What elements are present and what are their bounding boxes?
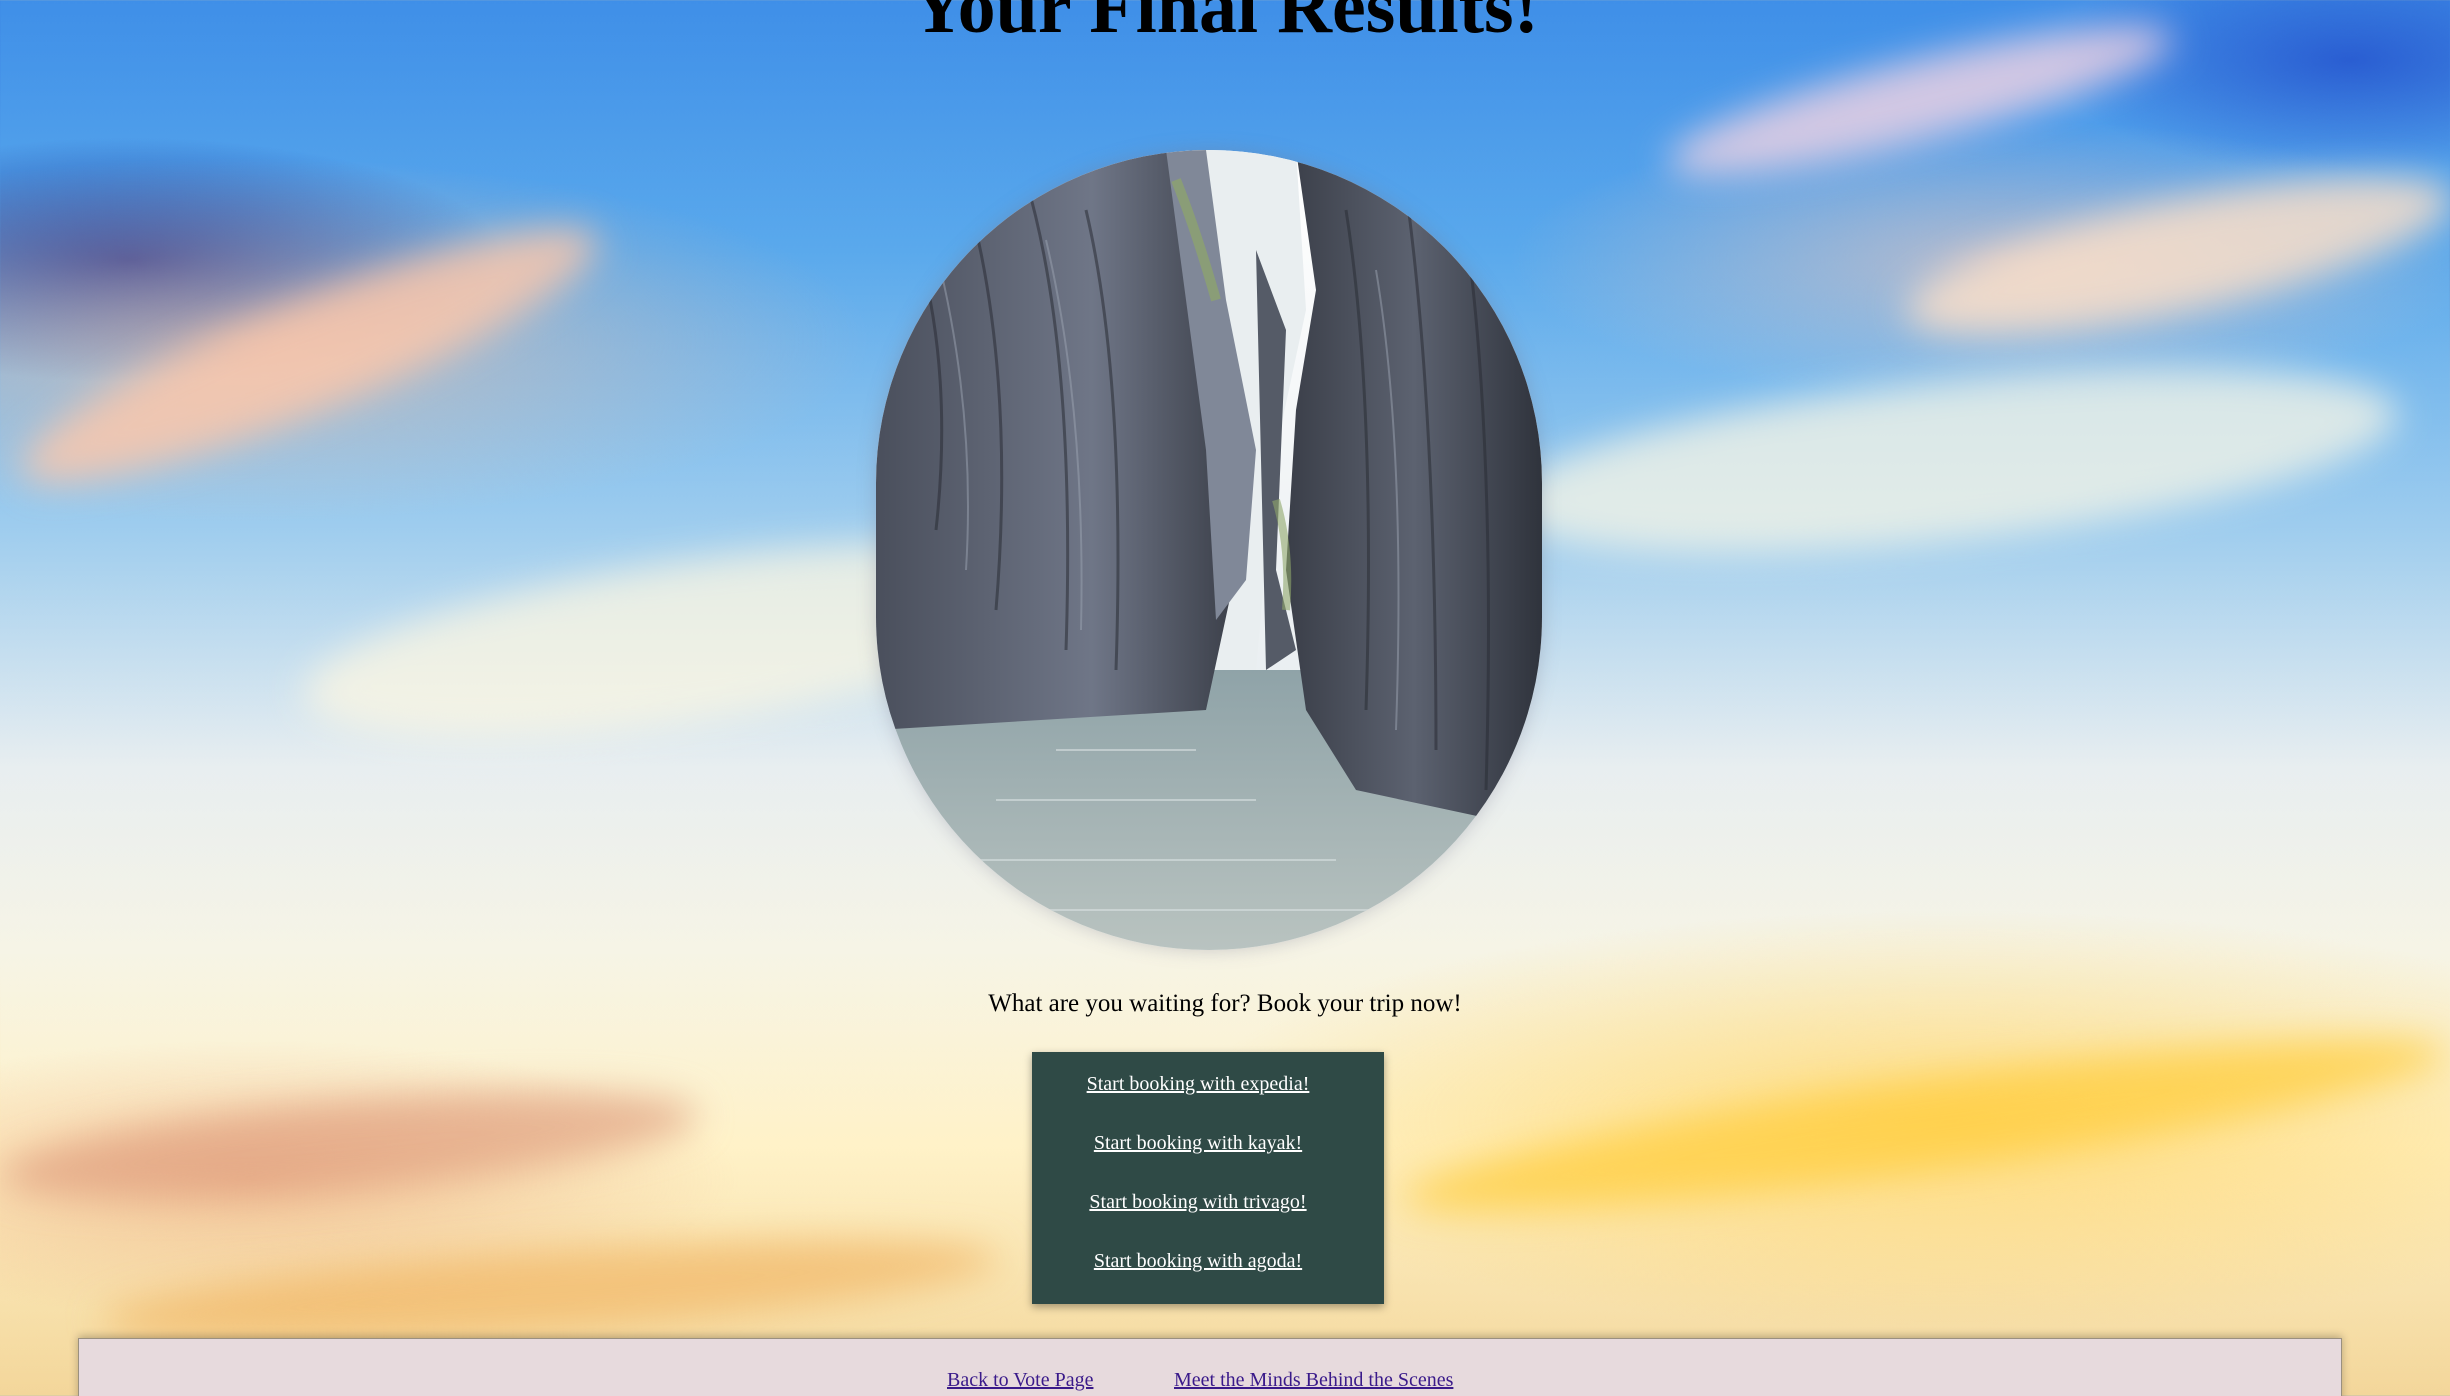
kayak-booking-link[interactable]: Start booking with kayak! (1094, 1127, 1302, 1186)
cloud-decoration (1494, 333, 2406, 587)
agoda-booking-link[interactable]: Start booking with agoda! (1094, 1245, 1302, 1304)
footer-bar: Back to Vote Page Meet the Minds Behind … (78, 1338, 2342, 1396)
cloud-decoration (1398, 1007, 2450, 1243)
back-to-vote-link[interactable]: Back to Vote Page (947, 1369, 1093, 1392)
cloud-decoration (1, 187, 619, 523)
booking-links-panel: Start booking with expedia! Start bookin… (1032, 1052, 1384, 1304)
cloud-decoration (1894, 142, 2450, 368)
page-title: Your Final Results! (911, 0, 1539, 49)
canyon-river-photo (876, 150, 1542, 950)
expedia-booking-link[interactable]: Start booking with expedia! (1087, 1068, 1310, 1127)
meet-the-team-link[interactable]: Meet the Minds Behind the Scenes (1174, 1369, 1453, 1392)
cloud-decoration (0, 1069, 703, 1221)
trivago-booking-link[interactable]: Start booking with trivago! (1089, 1186, 1306, 1245)
canyon-river-photo-icon (876, 150, 1542, 950)
book-trip-prompt: What are you waiting for? Book your trip… (988, 990, 1462, 1017)
